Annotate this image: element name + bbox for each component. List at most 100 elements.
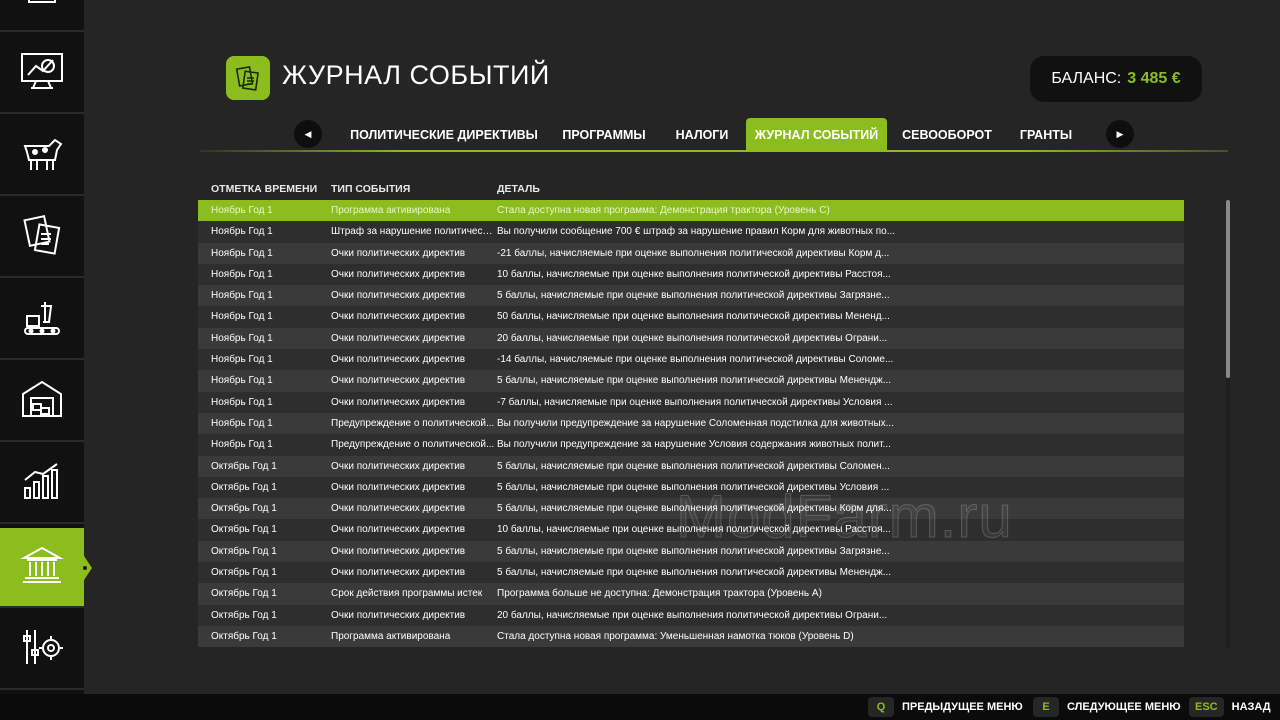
- production-icon: [19, 294, 65, 345]
- table-row[interactable]: Октябрь Год 1 Срок действия программы ист…: [198, 583, 1184, 605]
- cell-detail: Вы получили предупреждение за нарушение …: [497, 439, 891, 451]
- cell-detail: 50 баллы, начисляемые при оценке выполне…: [497, 311, 890, 323]
- balance-display: БАЛАНС: 3 485 €: [1030, 56, 1202, 102]
- cell-timestamp: Ноябрь Год 1: [211, 396, 273, 408]
- table-row[interactable]: Ноябрь Год 1 Очки политических директив 5 …: [198, 370, 1184, 392]
- tab-policies[interactable]: ПОЛИТИЧЕСКИЕ ДИРЕКТИВЫ: [346, 118, 542, 152]
- cell-event-type: Очки политических директив: [331, 311, 466, 323]
- cell-event-type: Очки политических директив: [331, 460, 466, 472]
- cell-detail: 5 баллы, начисляемые при оценке выполнен…: [497, 481, 890, 493]
- cell-timestamp: Ноябрь Год 1: [211, 205, 273, 216]
- cell-event-type: Программа активирована: [331, 205, 451, 216]
- table-scrollbar[interactable]: [1226, 200, 1230, 648]
- cell-detail: Стала доступна новая программа: Демонстр…: [497, 205, 830, 216]
- cell-timestamp: Ноябрь Год 1: [211, 226, 273, 238]
- government-building-icon: [19, 542, 65, 593]
- table-row[interactable]: Октябрь Год 1 Очки политических директив 5…: [198, 476, 1184, 499]
- tab-grants[interactable]: ГРАНТЫ: [1010, 118, 1082, 152]
- table-row[interactable]: Ноябрь Год 1 Предупреждение о политическо…: [198, 412, 1184, 435]
- cell-timestamp: Ноябрь Год 1: [211, 354, 273, 366]
- column-header-timestamp: ОТМЕТКА ВРЕМЕНИ: [211, 183, 318, 195]
- column-header-event-type: ТИП СОБЫТИЯ: [331, 183, 411, 195]
- cell-detail: -14 баллы, начисляемые при оценке выполн…: [497, 354, 894, 366]
- cell-event-type: Очки политических директив: [331, 524, 466, 536]
- cell-detail: Вы получили предупреждение за нарушение …: [497, 417, 894, 429]
- table-row[interactable]: Ноябрь Год 1 Очки политических директив -1…: [198, 349, 1184, 371]
- sidebar: [0, 0, 92, 694]
- hint-label: НАЗАД: [1231, 701, 1271, 713]
- arrow-left-icon: ◀: [304, 128, 312, 139]
- cell-event-type: Предупреждение о политической...: [331, 417, 495, 429]
- table-row[interactable]: Ноябрь Год 1 Очки политических директив -2…: [198, 242, 1184, 264]
- table-row[interactable]: Ноябрь Год 1 Очки политических директив 50…: [198, 306, 1184, 328]
- scrollbar-thumb[interactable]: [1226, 200, 1230, 378]
- cell-event-type: Очки политических директив: [331, 567, 466, 579]
- table-row[interactable]: Ноябрь Год 1 Предупреждение о политическо…: [198, 434, 1184, 456]
- cell-timestamp: Октябрь Год 1: [211, 588, 277, 600]
- cell-event-type: Очки политических директив: [331, 247, 466, 259]
- cell-event-type: Очки политических директив: [331, 609, 466, 621]
- table-row[interactable]: Ноябрь Год 1 Очки политических директив 10…: [198, 263, 1184, 286]
- table-row[interactable]: Октябрь Год 1 Очки политических директив 2…: [198, 604, 1184, 626]
- arrow-right-icon: ▶: [1116, 128, 1124, 139]
- tab-next-arrow[interactable]: ▶: [1106, 120, 1134, 148]
- cell-detail: Программа больше не доступна: Демонстрац…: [497, 588, 822, 600]
- cell-timestamp: Октябрь Год 1: [211, 460, 277, 472]
- table-row[interactable]: Ноябрь Год 1 Программа активирована Стала …: [198, 200, 1184, 222]
- cell-detail: 10 баллы, начисляемые при оценке выполне…: [497, 524, 891, 536]
- sidebar-item-contracts[interactable]: [0, 198, 84, 278]
- cell-timestamp: Октябрь Год 1: [211, 545, 277, 557]
- cell-timestamp: Ноябрь Год 1: [211, 439, 273, 451]
- cell-detail: 20 баллы, начисляемые при оценке выполне…: [497, 609, 888, 621]
- cell-event-type: Очки политических директив: [331, 375, 466, 387]
- table-row[interactable]: Октябрь Год 1 Очки политических директив 5…: [198, 498, 1184, 520]
- cell-event-type: Очки политических директив: [331, 332, 466, 344]
- cell-timestamp: Ноябрь Год 1: [211, 375, 273, 387]
- sidebar-item-animals[interactable]: [0, 116, 84, 196]
- sidebar-item-storage[interactable]: [0, 362, 84, 442]
- cell-timestamp: Ноябрь Год 1: [211, 311, 273, 323]
- hint-label: СЛЕДУЮЩЕЕ МЕНЮ: [1067, 701, 1181, 713]
- cell-timestamp: Октябрь Год 1: [211, 524, 277, 536]
- table-row[interactable]: Ноябрь Год 1 Очки политических директив 5 …: [198, 285, 1184, 307]
- sidebar-item-prices[interactable]: [0, 34, 84, 114]
- cell-timestamp: Ноябрь Год 1: [211, 290, 273, 302]
- sidebar-item-production[interactable]: [0, 280, 84, 360]
- cell-event-type: Очки политических директив: [331, 268, 466, 280]
- sidebar-item-settings[interactable]: [0, 610, 84, 690]
- footer-hints: Q ПРЕДЫДУЩЕЕ МЕНЮ E СЛЕДУЮЩЕЕ МЕНЮ ESC Н…: [0, 694, 1280, 720]
- balance-label: БАЛАНС:: [1051, 70, 1122, 87]
- sidebar-item-statistics[interactable]: [0, 444, 84, 524]
- cell-event-type: Очки политических директив: [331, 545, 466, 557]
- sidebar-item-finances[interactable]: [0, 0, 84, 32]
- table-row[interactable]: Октябрь Год 1 Очки политических директив 5…: [198, 562, 1184, 584]
- hint-back[interactable]: ESC НАЗАД: [1189, 697, 1271, 717]
- warehouse-icon: [19, 376, 65, 427]
- tab-taxes[interactable]: НАЛОГИ: [668, 118, 736, 152]
- sidebar-item-government[interactable]: [0, 528, 92, 608]
- cell-event-type: Срок действия программы истек: [331, 588, 483, 600]
- tab-programs[interactable]: ПРОГРАММЫ: [556, 118, 652, 152]
- cell-detail: 20 баллы, начисляемые при оценке выполне…: [497, 332, 888, 344]
- cell-detail: 5 баллы, начисляемые при оценке выполнен…: [497, 290, 890, 302]
- cell-detail: 5 баллы, начисляемые при оценке выполнен…: [497, 503, 892, 515]
- hint-previous-menu[interactable]: Q ПРЕДЫДУЩЕЕ МЕНЮ: [868, 697, 1023, 717]
- table-row[interactable]: Октябрь Год 1 Программа активирована Стала…: [198, 625, 1184, 648]
- cell-event-type: Очки политических директив: [331, 396, 466, 408]
- tab-crop-rotation[interactable]: СЕВООБОРОТ: [897, 118, 997, 152]
- table-row[interactable]: Октябрь Год 1 Очки политических директив 1…: [198, 519, 1184, 541]
- cow-icon: [19, 130, 65, 181]
- cell-event-type: Программа активирована: [331, 630, 451, 642]
- table-row[interactable]: Ноябрь Год 1 Очки политических директив -7…: [198, 391, 1184, 413]
- table-row[interactable]: Октябрь Год 1 Очки политических директив 5…: [198, 455, 1184, 477]
- tab-prev-arrow[interactable]: ◀: [294, 120, 322, 148]
- tabs-underline: [200, 150, 1228, 152]
- table-row[interactable]: Ноябрь Год 1 Штраф за нарушение политичес…: [198, 221, 1184, 243]
- tab-event-log[interactable]: ЖУРНАЛ СОБЫТИЙ: [746, 118, 887, 152]
- key-e: E: [1033, 697, 1059, 717]
- hint-next-menu[interactable]: E СЛЕДУЮЩЕЕ МЕНЮ: [1033, 697, 1181, 717]
- table-row[interactable]: Ноябрь Год 1 Очки политических директив 20…: [198, 327, 1184, 350]
- cell-timestamp: Октябрь Год 1: [211, 609, 277, 621]
- table-row[interactable]: Октябрь Год 1 Очки политических директив 5…: [198, 540, 1184, 563]
- cell-timestamp: Октябрь Год 1: [211, 503, 277, 515]
